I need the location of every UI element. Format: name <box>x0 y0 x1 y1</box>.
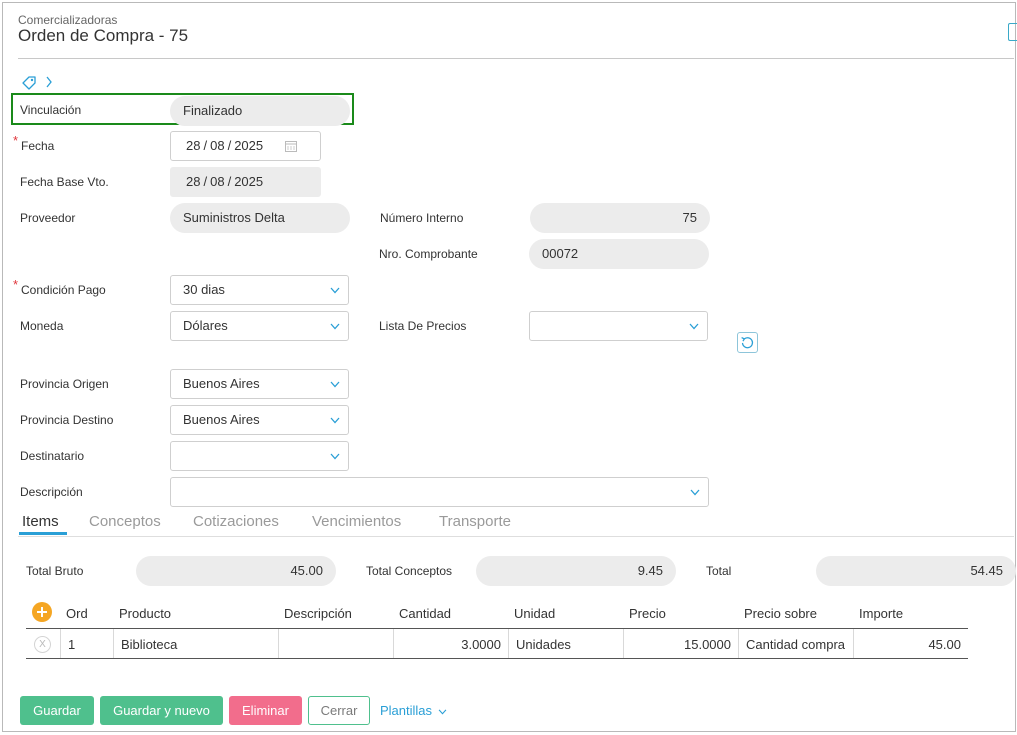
total-field: 54.45 <box>816 556 1016 586</box>
cell-cantidad[interactable]: 3.0000 <box>394 637 501 652</box>
vinculacion-label: Vinculación <box>20 103 82 117</box>
column-header-importe: Importe <box>859 606 904 621</box>
panel-toggle-icon[interactable] <box>1008 23 1017 41</box>
chevron-down-icon <box>330 287 340 294</box>
cell-precio[interactable]: 15.0000 <box>624 637 731 652</box>
nro-comprobante-field: 00072 <box>529 239 709 269</box>
table-bottom-divider <box>26 658 968 659</box>
close-button[interactable]: Cerrar <box>308 696 370 725</box>
save-and-new-button[interactable]: Guardar y nuevo <box>100 696 223 725</box>
header-divider <box>18 58 1014 59</box>
tabs-divider <box>18 536 1014 537</box>
provincia-origen-label: Provincia Origen <box>20 377 109 391</box>
total-bruto-field: 45.00 <box>136 556 336 586</box>
tab-conceptos[interactable]: Conceptos <box>89 513 161 530</box>
cell-importe[interactable]: 45.00 <box>854 637 961 652</box>
moneda-label: Moneda <box>20 319 64 333</box>
active-tab-indicator <box>19 532 67 535</box>
provincia-destino-label: Provincia Destino <box>20 413 114 427</box>
vinculacion-field: Finalizado <box>170 96 350 126</box>
chevron-right-icon[interactable] <box>44 75 54 89</box>
cell-ord[interactable]: 1 <box>68 637 75 652</box>
fecha-label: * Fecha <box>13 133 55 153</box>
destinatario-select[interactable] <box>170 441 349 471</box>
delete-row-button[interactable]: X <box>34 636 51 653</box>
page-title: Orden de Compra - 75 <box>18 26 189 45</box>
column-header-producto: Producto <box>119 606 172 621</box>
chevron-down-icon <box>438 709 447 715</box>
provincia-origen-select[interactable]: Buenos Aires <box>170 369 349 399</box>
column-header-descripcion: Descripción <box>284 606 352 621</box>
column-header-precio: Precio <box>629 606 666 621</box>
templates-dropdown[interactable]: Plantillas <box>380 703 447 718</box>
chevron-down-icon <box>330 323 340 330</box>
tab-cotizaciones[interactable]: Cotizaciones <box>193 513 279 530</box>
tag-icon[interactable] <box>21 75 37 91</box>
cell-precio-sobre[interactable]: Cantidad compra <box>746 637 845 652</box>
cell-unidad[interactable]: Unidades <box>516 637 571 652</box>
condicion-pago-label: * Condición Pago <box>13 277 106 297</box>
chevron-down-icon <box>689 323 699 330</box>
moneda-select[interactable]: Dólares <box>170 311 349 341</box>
numero-interno-field: 75 <box>530 203 710 233</box>
add-item-button[interactable] <box>32 602 52 622</box>
chevron-down-icon <box>330 381 340 388</box>
required-marker: * <box>13 133 19 148</box>
chevron-down-icon <box>330 453 340 460</box>
breadcrumb: Comercializadoras <box>18 13 118 27</box>
delete-button[interactable]: Eliminar <box>229 696 302 725</box>
total-bruto-label: Total Bruto <box>26 564 84 578</box>
refresh-button[interactable] <box>737 332 758 353</box>
nro-comprobante-label: Nro. Comprobante <box>379 247 478 261</box>
descripcion-label: Descripción <box>20 485 83 499</box>
chevron-down-icon <box>690 489 700 496</box>
plus-icon <box>37 607 47 617</box>
table-header-divider <box>26 628 968 629</box>
required-marker: * <box>13 277 19 292</box>
provincia-destino-select[interactable]: Buenos Aires <box>170 405 349 435</box>
proveedor-field: Suministros Delta <box>170 203 350 233</box>
save-button[interactable]: Guardar <box>20 696 94 725</box>
tab-transporte[interactable]: Transporte <box>439 513 511 530</box>
column-header-ord: Ord <box>66 606 88 621</box>
condicion-pago-select[interactable]: 30 dias <box>170 275 349 305</box>
fecha-base-field: 28/08/2025 <box>170 167 321 197</box>
fecha-base-label: Fecha Base Vto. <box>20 175 109 189</box>
numero-interno-label: Número Interno <box>380 211 464 225</box>
column-header-cantidad: Cantidad <box>399 606 452 621</box>
lista-precios-select[interactable] <box>529 311 708 341</box>
column-header-precio-sobre: Precio sobre <box>744 606 817 621</box>
tab-items[interactable]: Items <box>22 513 59 530</box>
total-conceptos-field: 9.45 <box>476 556 676 586</box>
lista-precios-label: Lista De Precios <box>379 319 467 333</box>
chevron-down-icon <box>330 417 340 424</box>
total-conceptos-label: Total Conceptos <box>366 564 453 578</box>
column-header-unidad: Unidad <box>514 606 556 621</box>
total-label: Total <box>706 564 732 578</box>
descripcion-select[interactable] <box>170 477 709 507</box>
proveedor-label: Proveedor <box>20 211 76 225</box>
destinatario-label: Destinatario <box>20 449 85 463</box>
cell-producto[interactable]: Biblioteca <box>121 637 177 652</box>
fecha-date-input[interactable]: 28/08/2025 <box>170 131 321 161</box>
tab-vencimientos[interactable]: Vencimientos <box>312 513 401 530</box>
refresh-icon <box>741 336 754 349</box>
calendar-icon[interactable] <box>285 140 297 152</box>
